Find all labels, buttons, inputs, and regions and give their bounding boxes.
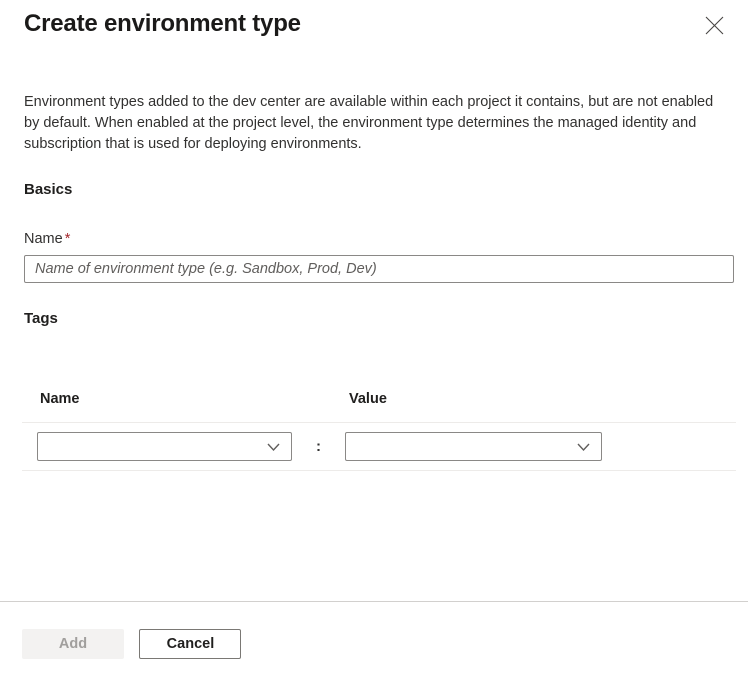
tag-separator: : [316,438,321,455]
tag-value-dropdown[interactable] [345,432,602,461]
chevron-down-icon [267,443,280,452]
dialog-header: Create environment type [0,0,748,40]
tag-name-dropdown[interactable] [37,432,292,461]
cancel-button[interactable]: Cancel [139,629,241,659]
basics-heading: Basics [24,180,724,200]
tags-table-header: Name Value [22,389,736,423]
tags-column-header-value: Value [349,389,387,409]
name-label: Name* [24,229,724,249]
name-input[interactable] [24,255,734,283]
required-asterisk: * [65,231,71,247]
name-label-text: Name [24,231,63,247]
dialog-description: Environment types added to the dev cente… [24,92,732,155]
chevron-down-icon [577,443,590,452]
tags-heading: Tags [24,309,724,329]
dialog-footer: Add Cancel [0,601,748,676]
tags-column-header-name: Name [40,389,349,409]
page-title: Create environment type [24,8,301,40]
add-button[interactable]: Add [22,629,124,659]
close-icon [705,16,724,35]
tag-row: : [22,423,736,471]
tags-table: Name Value : [22,389,736,471]
close-button[interactable] [701,12,728,39]
create-environment-type-dialog: Create environment type Environment type… [0,0,748,676]
